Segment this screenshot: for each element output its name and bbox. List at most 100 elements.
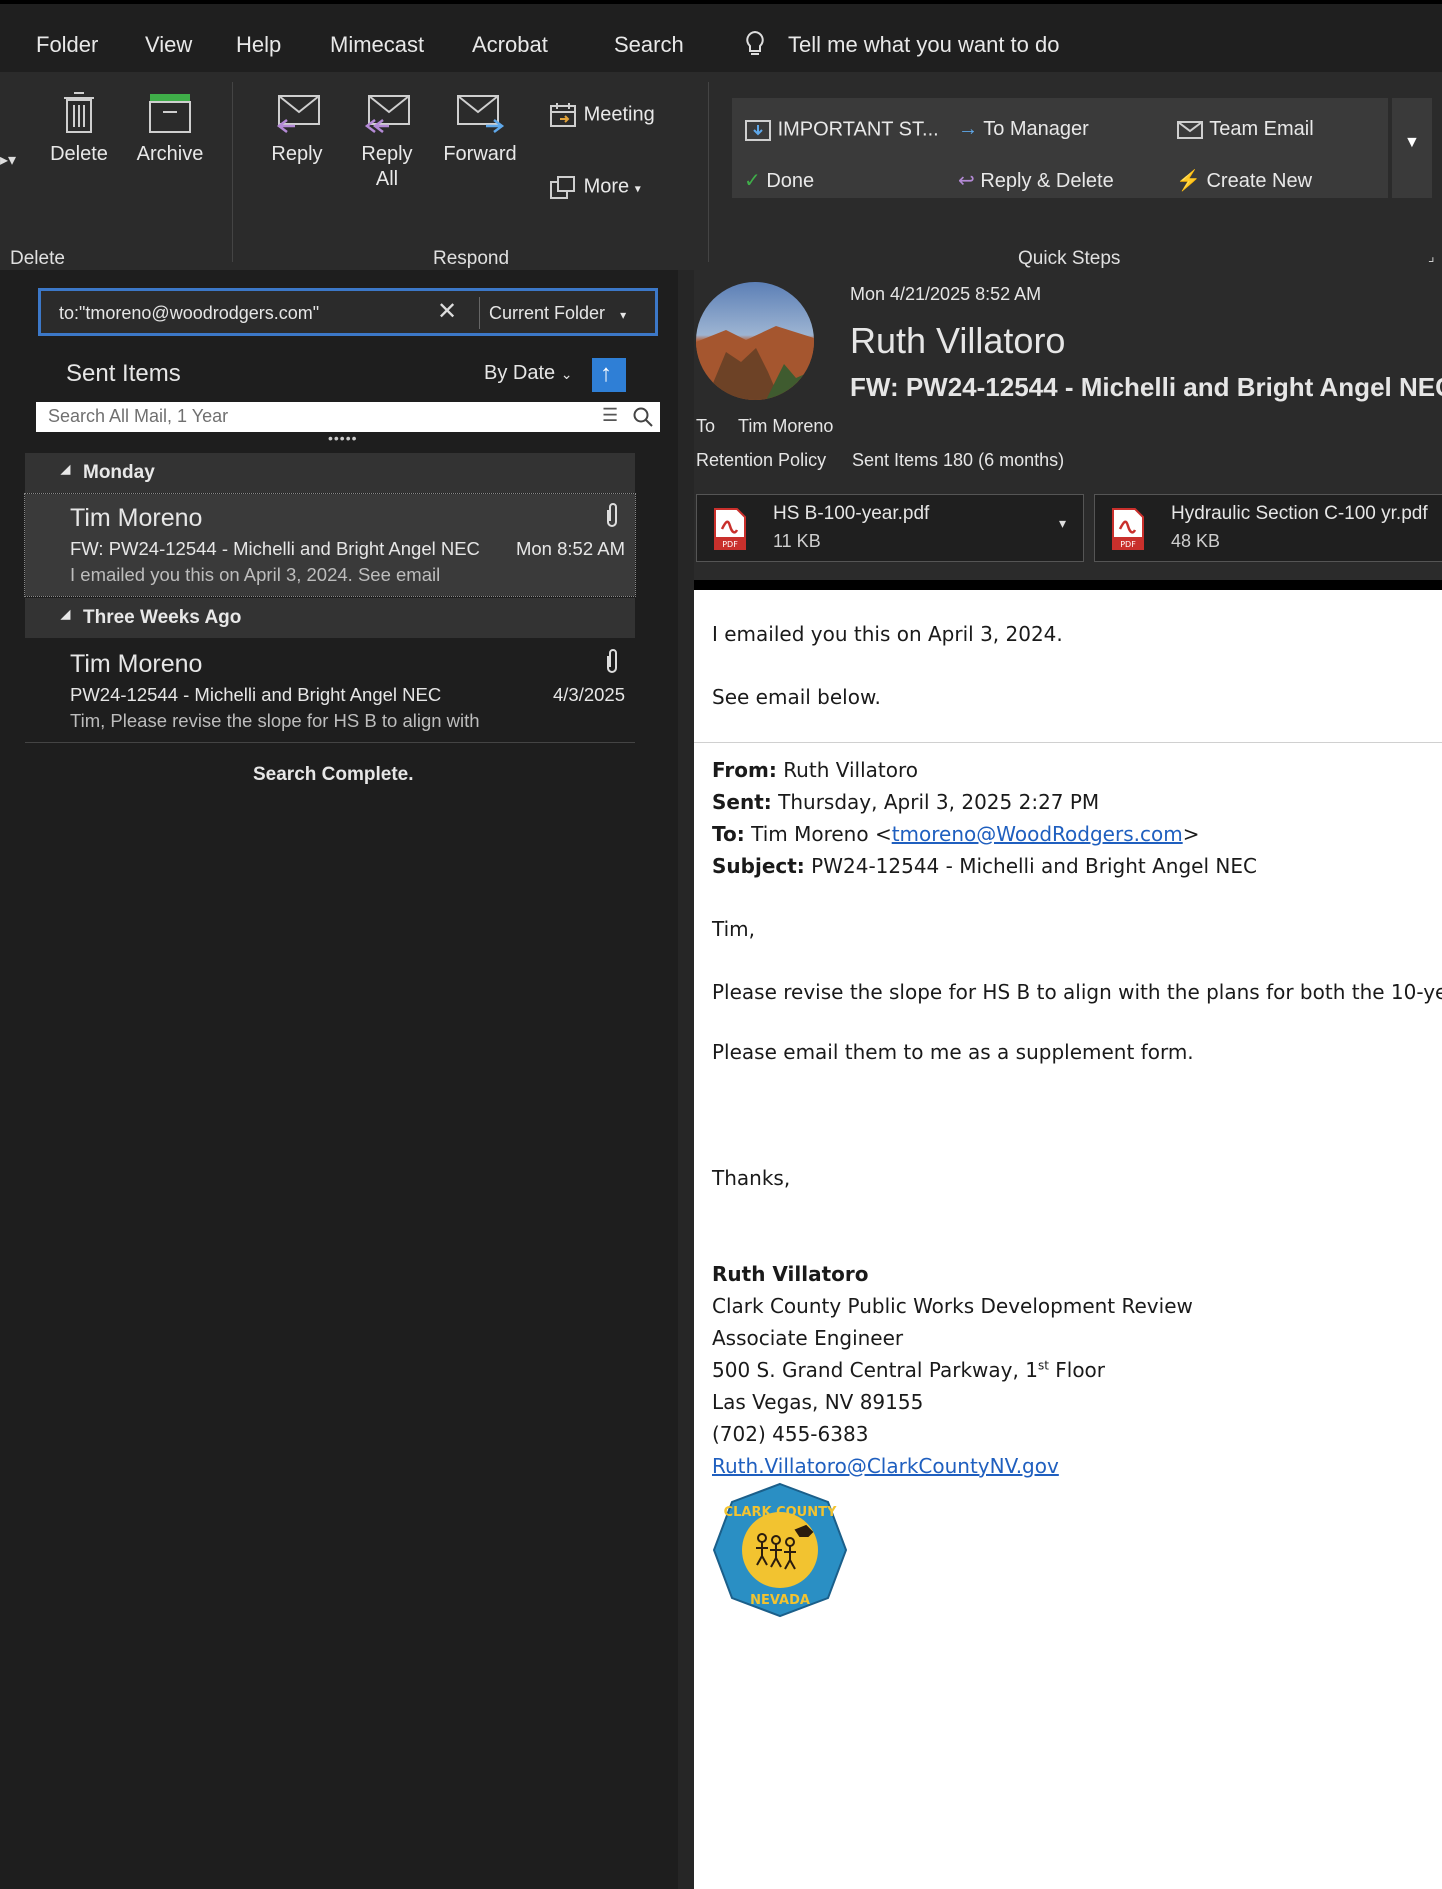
arrow-up-icon: ↑ [600,360,612,387]
forward-button[interactable]: Forward [436,90,524,167]
lightbulb-icon [746,30,764,55]
envelope-icon [1177,120,1203,139]
menu-help[interactable]: Help [236,32,281,58]
menu-view[interactable]: View [145,32,192,58]
forward-icon [457,95,505,133]
filter-icon[interactable]: ☰ [602,405,618,426]
search-all-mail-field[interactable]: Search All Mail, 1 Year ☰ [36,402,660,432]
folder-title: Sent Items [66,360,181,387]
resize-grip-icon[interactable]: ••••• [328,430,358,446]
message-preview: I emailed you this on April 3, 2024. See… [70,564,441,585]
header-subject: Subject: PW24-12544 - Michelli and Brigh… [712,854,1257,878]
dropdown-caret-icon: ▾ [634,181,641,196]
group-header-three-weeks-ago[interactable]: ◢ Three Weeks Ago [25,598,635,638]
attachment-size: 48 KB [1171,531,1221,551]
group-header-monday[interactable]: ◢ Monday [25,453,635,493]
quickstep-done[interactable]: ✓ Done [744,168,814,193]
email-link[interactable]: tmoreno@WoodRodgers.com [892,822,1183,846]
menu-mimecast[interactable]: Mimecast [330,32,424,58]
svg-text:NEVADA: NEVADA [750,1593,810,1608]
body-paragraph: Please revise the slope for HS B to alig… [712,980,1442,1004]
search-icon[interactable] [632,406,654,428]
calendar-icon [550,103,576,127]
reply-all-button[interactable]: Reply All [352,90,422,192]
reply-icon [276,95,320,133]
quick-steps-expand-button[interactable]: ▼ [1392,98,1432,198]
quickstep-team-email[interactable]: Team Email [1176,118,1314,141]
quickstep-to-manager[interactable]: → To Manager [958,118,1089,141]
attachment-name: Hydraulic Section C-100 yr.pdf [1171,503,1428,524]
quickstep-create-new[interactable]: ⚡ Create New [1176,168,1312,193]
list-item[interactable]: Tim Moreno FW: PW24-12544 - Michelli and… [24,493,636,597]
quickstep-reply-delete[interactable]: ↩ Reply & Delete [958,168,1114,193]
retention-label: Retention Policy [696,450,827,470]
search-box[interactable]: to:"tmoreno@woodrodgers.com" ✕ Current F… [38,288,658,336]
message-date: 4/3/2025 [552,684,625,705]
search-query[interactable]: to:"tmoreno@woodrodgers.com" [59,303,319,324]
attachment-dropdown-icon[interactable]: ▾ [1059,515,1066,532]
quickstep-important[interactable]: IMPORTANT ST... [744,118,939,142]
folder-move-icon [745,120,771,141]
search-all-mail-placeholder: Search All Mail, 1 Year [48,406,229,426]
ribbon-separator [232,82,233,262]
chevron-down-icon: ⌄ [560,366,573,382]
quick-steps-group-label: Quick Steps [1018,248,1121,269]
reply-button[interactable]: Reply [262,90,332,167]
message-preview: Tim, Please revise the slope for HS B to… [70,710,480,731]
pdf-icon: PDF [714,508,746,550]
menu-folder[interactable]: Folder [36,32,98,58]
message-datetime: Mon 4/21/2025 8:52 AM [850,284,1042,304]
signature-name: Ruth Villatoro [712,1262,869,1286]
message-body: I emailed you this on April 3, 2024. See… [694,590,1442,1889]
more-respond-icon [550,176,575,199]
header-to: To: Tim Moreno <tmoreno@WoodRodgers.com> [712,822,1200,846]
clear-search-icon[interactable]: ✕ [437,297,457,326]
menu-search[interactable]: Search [614,32,684,58]
reply-arrow-icon: ↩ [958,170,975,192]
retention-policy: Sent Items 180 (6 months) [852,450,1065,470]
delete-button[interactable]: Delete [44,90,114,167]
signature-phone: (702) 455-6383 [712,1422,869,1446]
menu-bar: Folder View Help Mimecast Acrobat Search… [0,0,1442,76]
divider [694,742,1442,743]
sort-by-dropdown[interactable]: By Date ⌄ [484,362,572,385]
message-subject: FW: PW24-12544 - Michelli and Bright Ang… [70,538,480,559]
body-line: See email below. [712,685,881,709]
paperclip-icon [607,503,617,527]
list-item[interactable]: Tim Moreno PW24-12544 - Michelli and Bri… [25,640,635,743]
clark-county-logo: CLARK COUNTY NEVADA [712,1482,848,1618]
ribbon-separator [708,82,709,262]
collapse-triangle-icon: ◢ [61,462,71,476]
more-respond-button[interactable]: More ▾ [548,174,641,201]
signature-email-link[interactable]: Ruth.Villatoro@ClarkCountyNV.gov [712,1454,1059,1478]
svg-text:PDF: PDF [1120,540,1136,549]
dialog-launcher-icon[interactable]: ⌟ [1428,248,1435,265]
ribbon-scroll-left[interactable]: ▸▾ [0,150,16,170]
message-sender: Tim Moreno [70,504,203,532]
pdf-icon: PDF [1112,508,1144,550]
trash-icon [64,92,94,133]
attachment-card[interactable]: PDF Hydraulic Section C-100 yr.pdf 48 KB [1094,494,1442,562]
attachment-name: HS B-100-year.pdf [773,503,930,524]
pane-divider[interactable] [678,270,694,1889]
header-sent: Sent: Thursday, April 3, 2025 2:27 PM [712,790,1100,814]
avatar[interactable] [696,282,814,400]
attachment-card[interactable]: PDF HS B-100-year.pdf 11 KB ▾ [696,494,1084,562]
search-scope-dropdown[interactable]: Current Folder ▾ [489,303,626,324]
body-thanks: Thanks, [712,1166,791,1190]
svg-text:PDF: PDF [722,540,738,549]
menu-acrobat[interactable]: Acrobat [472,32,548,58]
archive-button[interactable]: Archive [130,90,210,167]
message-sender: Tim Moreno [70,650,203,678]
signature-org: Clark County Public Works Development Re… [712,1294,1193,1318]
lightning-icon: ⚡ [1176,170,1201,192]
signature-address: 500 S. Grand Central Parkway, 1st Floor [712,1358,1106,1382]
recipient[interactable]: Tim Moreno [738,416,833,437]
avatar-landscape-image [696,282,814,400]
header-from: From: Ruth Villatoro [712,758,919,782]
meeting-button[interactable]: Meeting [548,102,655,128]
sender-name[interactable]: Ruth Villatoro [850,320,1065,362]
search-divider [479,297,480,329]
sort-direction-button[interactable]: ↑ [592,358,626,392]
tell-me-box[interactable]: Tell me what you want to do [788,32,1059,58]
